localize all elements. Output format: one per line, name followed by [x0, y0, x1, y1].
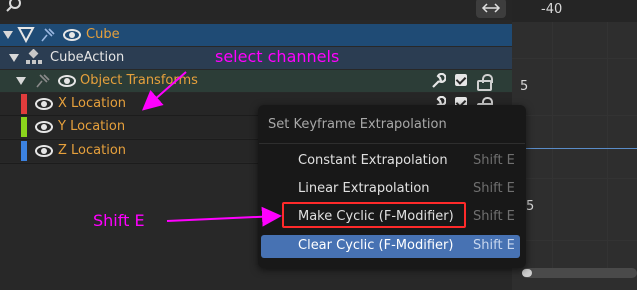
menu-separator [259, 143, 525, 144]
menu-item-shortcut: Shift E [473, 153, 515, 168]
frame-ruler[interactable]: -40 [512, 0, 637, 22]
fcurve-label: X Location [58, 96, 127, 111]
value-tick-label: 5 [520, 79, 529, 94]
channel-color-swatch [21, 141, 27, 161]
search-icon[interactable] [6, 0, 22, 13]
object-label: Cube [86, 27, 120, 42]
eye-icon[interactable] [58, 75, 76, 87]
action-label: CubeAction [50, 50, 125, 65]
grid-line [512, 240, 637, 241]
channel-color-swatch [21, 94, 27, 114]
menu-item-linear-extrapolation[interactable]: Linear Extrapolation Shift E [261, 178, 520, 201]
grid-line [512, 178, 637, 179]
annotation-shift-e: Shift E [93, 211, 145, 230]
channel-header [0, 0, 512, 20]
annotation-select-channels: select channels [215, 47, 340, 66]
fcurve-line[interactable] [512, 148, 637, 149]
grid-line [552, 22, 553, 272]
highlight-box [282, 202, 466, 228]
filter-icon [17, 27, 35, 44]
expand-triangle-icon[interactable] [9, 54, 19, 62]
eye-icon[interactable] [35, 145, 53, 157]
eye-icon[interactable] [63, 29, 81, 41]
pin-icon[interactable] [35, 73, 51, 89]
action-icon [26, 49, 42, 64]
grid-line [512, 115, 637, 116]
graph-area[interactable]: -40 5 5 [512, 0, 637, 290]
fcurve-label: Y Location [58, 119, 126, 134]
lock-icon[interactable] [477, 74, 493, 91]
menu-item-shortcut: Shift E [473, 209, 515, 224]
swap-arrows-icon [481, 3, 501, 13]
menu-item-clear-cyclic[interactable]: Clear Cyclic (F-Modifier) Shift E [261, 235, 520, 258]
channel-row-group[interactable]: Object Transforms [0, 70, 512, 92]
grid-line [512, 58, 637, 59]
fcurve-label: Z Location [58, 143, 127, 158]
menu-item-shortcut: Shift E [473, 238, 515, 253]
menu-item-shortcut: Shift E [473, 181, 515, 196]
wrench-icon[interactable] [430, 73, 446, 89]
value-tick-label: 5 [526, 199, 535, 214]
checkbox-icon[interactable] [455, 74, 467, 86]
menu-item-label: Clear Cyclic (F-Modifier) [298, 238, 454, 253]
menu-item-constant-extrapolation[interactable]: Constant Extrapolation Shift E [261, 150, 520, 173]
ruler-frame-label: -40 [541, 2, 563, 17]
scrollbar-thumb[interactable] [522, 269, 532, 277]
eye-icon[interactable] [35, 121, 53, 133]
extrapolation-menu: Set Keyframe Extrapolation Constant Extr… [258, 105, 526, 268]
expand-triangle-icon[interactable] [16, 77, 26, 85]
group-label: Object Transforms [80, 73, 198, 88]
channel-color-swatch [21, 117, 27, 137]
grid-line [607, 22, 608, 272]
pin-icon[interactable] [40, 27, 56, 43]
horizontal-scrollbar[interactable] [522, 268, 637, 278]
menu-title: Set Keyframe Extrapolation [268, 117, 447, 132]
swap-arrows-button[interactable] [476, 0, 506, 18]
expand-triangle-icon[interactable] [3, 31, 13, 39]
eye-icon[interactable] [35, 98, 53, 110]
channel-row-object[interactable]: Cube [0, 24, 512, 46]
menu-item-label: Linear Extrapolation [298, 181, 430, 196]
menu-item-label: Constant Extrapolation [298, 153, 448, 168]
